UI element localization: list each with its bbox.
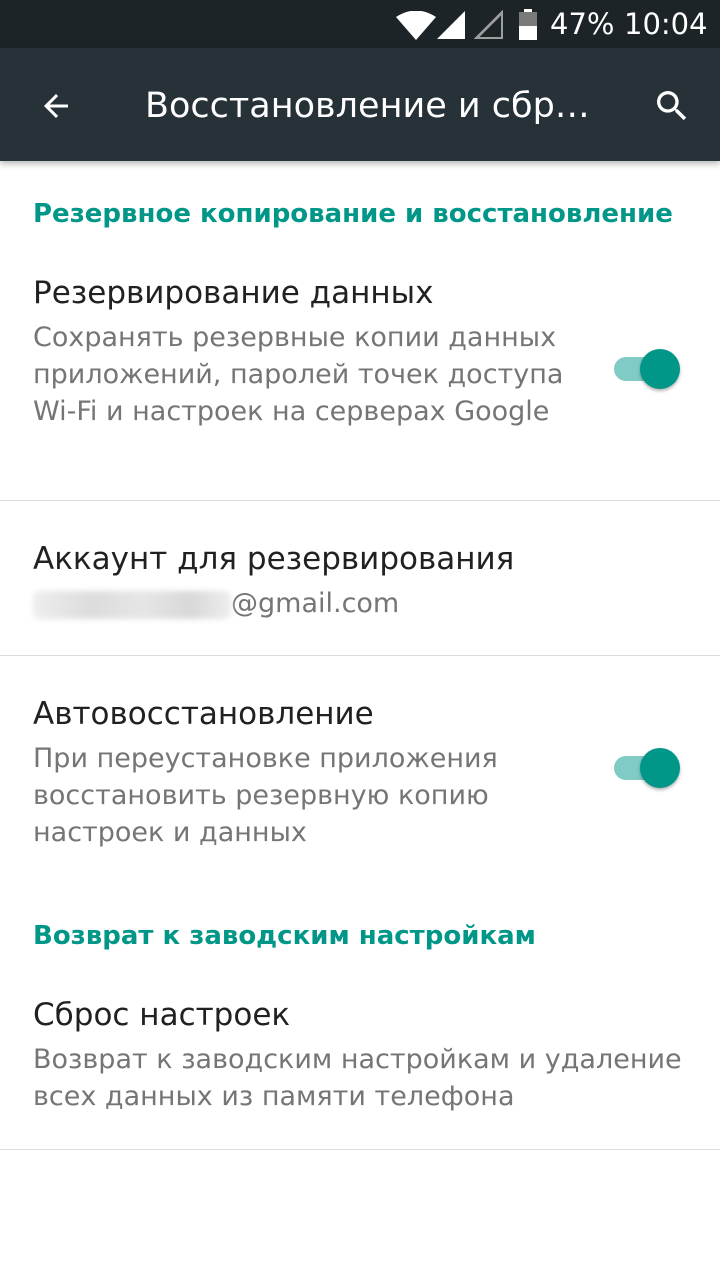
status-bar: 47% 10:04 xyxy=(0,0,720,48)
divider xyxy=(0,1149,720,1150)
pref-backup-account[interactable]: Аккаунт для резервирования @gmail.com xyxy=(0,501,720,655)
clock: 10:04 xyxy=(624,7,708,41)
signal-icon xyxy=(437,11,465,39)
backup-data-switch[interactable] xyxy=(612,347,682,391)
switch-thumb xyxy=(640,748,680,788)
battery-icon xyxy=(519,9,537,40)
blurred-email-user xyxy=(33,590,231,619)
pref-title: Резервирование данных xyxy=(33,275,434,311)
pref-summary: Сохранять резервные копии данных приложе… xyxy=(33,322,564,427)
pref-backup-data[interactable]: Резервирование данных Сохранять резервны… xyxy=(0,261,720,500)
back-button[interactable] xyxy=(20,70,92,142)
pref-title: Автовосстановление xyxy=(33,696,374,732)
search-button[interactable] xyxy=(636,70,708,142)
auto-restore-switch[interactable] xyxy=(612,746,682,790)
pref-auto-restore[interactable]: Автовосстановление При переустановке при… xyxy=(0,656,720,861)
page-title: Восстановление и сбр… xyxy=(145,86,590,126)
arrow-back-icon xyxy=(44,94,68,118)
wifi-icon xyxy=(396,11,436,40)
pref-summary: Возврат к заводским настройкам и удалени… xyxy=(33,1044,682,1112)
pref-summary: При переустановке приложения восстановит… xyxy=(33,743,498,848)
search-icon xyxy=(657,91,687,121)
pref-summary: @gmail.com xyxy=(33,585,588,622)
switch-thumb xyxy=(640,349,680,389)
email-suffix: @gmail.com xyxy=(231,588,400,619)
no-signal-icon xyxy=(474,10,503,39)
section-header-backup: Резервное копирование и восстановление xyxy=(33,199,673,229)
pref-title: Сброс настроек xyxy=(33,997,291,1033)
toolbar: Восстановление и сбр… xyxy=(0,48,720,161)
pref-title: Аккаунт для резервирования xyxy=(33,541,515,577)
pref-factory-reset[interactable]: Сброс настроек Возврат к заводским настр… xyxy=(0,981,720,1149)
battery-percent: 47% xyxy=(550,7,615,41)
section-header-factory: Возврат к заводским настройкам xyxy=(33,921,536,951)
